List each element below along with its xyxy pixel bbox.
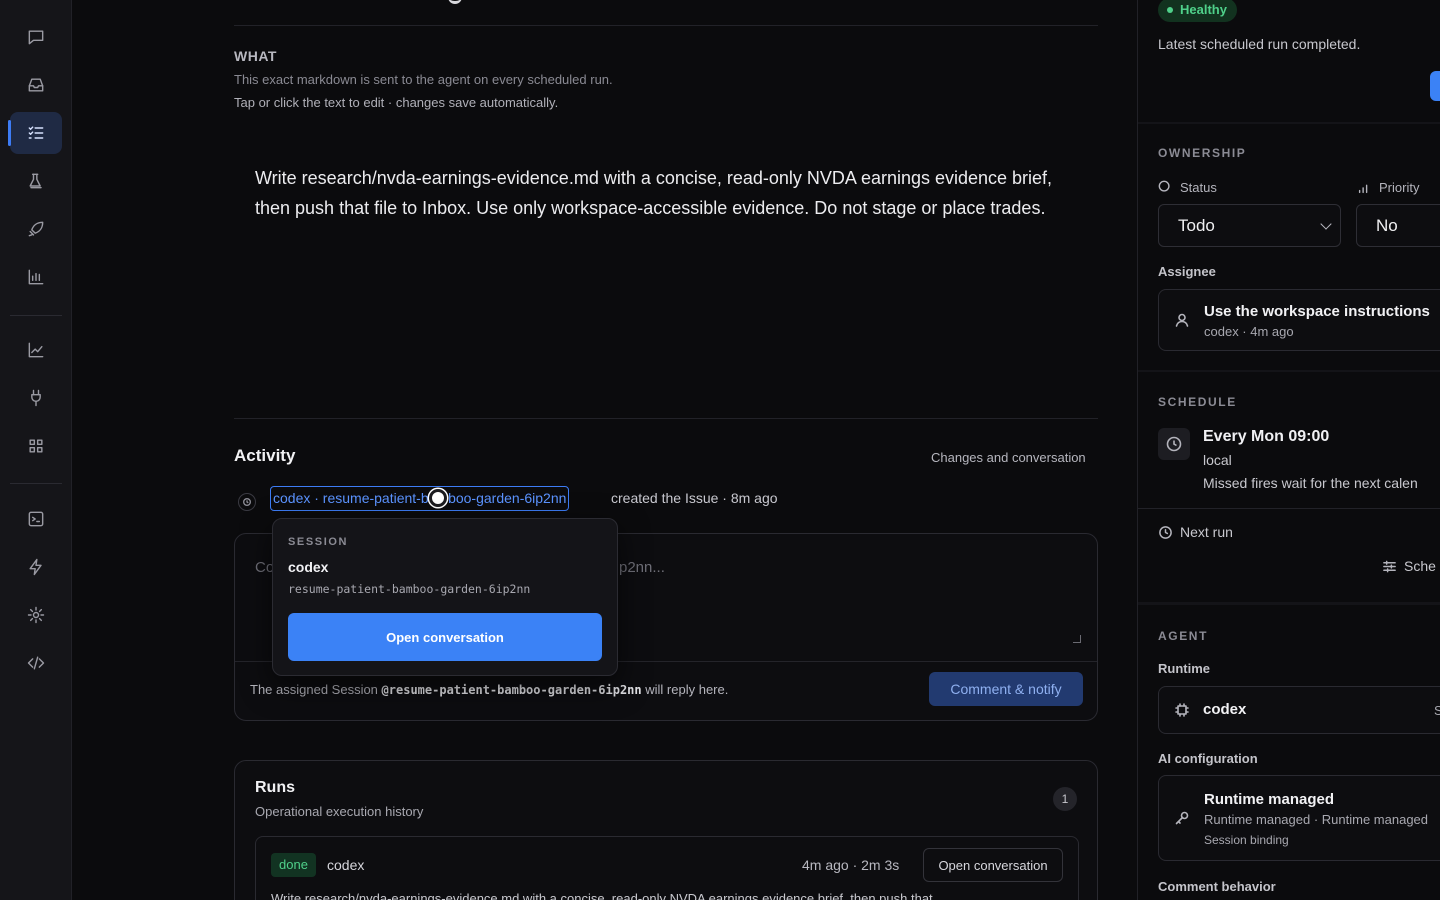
- user-icon: [1174, 312, 1190, 333]
- ai-config-label: AI configuration: [1158, 751, 1258, 766]
- prompt-editor[interactable]: Write research/nvda-earnings-evidence.md…: [255, 163, 1075, 223]
- divider: [1138, 508, 1440, 509]
- details-panel: Healthy Latest scheduled run completed. …: [1137, 0, 1440, 900]
- runtime-suffix: S: [1434, 703, 1440, 718]
- popover-session-id: resume-patient-bamboo-garden-6ip2nn: [288, 582, 531, 596]
- activity-action: created the Issue · 8m ago: [611, 490, 778, 506]
- sliders-icon: [1382, 559, 1397, 579]
- what-heading: WHAT: [234, 48, 277, 64]
- runtime-value: codex: [1203, 701, 1247, 718]
- clock-icon: [1158, 428, 1190, 460]
- lightning-icon[interactable]: [10, 546, 62, 588]
- schedule-cadence: Every Mon 09:00: [1203, 428, 1330, 445]
- rail-divider: [10, 315, 62, 316]
- gear-icon[interactable]: [10, 594, 62, 636]
- key-icon: [1174, 810, 1190, 831]
- chevron-down-icon: [1320, 218, 1332, 230]
- rocket-icon[interactable]: [10, 208, 62, 250]
- clock-small-icon: [1158, 525, 1173, 545]
- ai-config-subtitle: Runtime managed · Runtime managed: [1204, 812, 1429, 827]
- assignee-title: Use the workspace instructions: [1204, 303, 1430, 320]
- session-link[interactable]: codex · resume-patient-bamboo-garden-6ip…: [270, 486, 570, 511]
- session-popover: SESSION codex resume-patient-bamboo-gard…: [272, 518, 618, 676]
- next-run-label: Next run: [1180, 524, 1233, 540]
- priority-value: No: [1376, 215, 1398, 235]
- session-handle: @resume-patient-bamboo-garden-6ip2nn: [381, 683, 642, 697]
- code-icon[interactable]: [10, 642, 62, 684]
- footer-prefix: The assigned Session: [250, 682, 378, 697]
- assignee-subtitle: codex · 4m ago: [1204, 324, 1294, 339]
- terminal-icon[interactable]: [10, 498, 62, 540]
- section-divider: [1138, 370, 1440, 372]
- assignee-label: Assignee: [1158, 264, 1216, 279]
- run-status-badge: done: [271, 853, 316, 877]
- run-time: 4m ago · 2m 3s: [802, 857, 900, 873]
- run-item[interactable]: done codex 4m ago · 2m 3s Open conversat…: [255, 836, 1079, 900]
- pointer-cursor: [429, 489, 447, 507]
- activity-filter-label[interactable]: Changes and conversation: [931, 450, 1086, 465]
- status-select[interactable]: Todo: [1158, 204, 1341, 247]
- status-value: Todo: [1178, 215, 1215, 235]
- schedule-button[interactable]: Sche: [1404, 558, 1436, 574]
- runtime-select[interactable]: codex S: [1158, 686, 1440, 734]
- ownership-heading: OWNERSHIP: [1158, 146, 1247, 160]
- runs-subtitle: Operational execution history: [255, 804, 424, 819]
- rail-divider: [10, 483, 62, 484]
- schedule-heading: SCHEDULE: [1158, 395, 1237, 409]
- apps-icon[interactable]: [10, 425, 62, 467]
- schedule-timezone: local: [1203, 452, 1232, 468]
- runs-heading: Runs: [255, 779, 295, 796]
- priority-label: Priority: [1379, 180, 1420, 195]
- resize-handle[interactable]: [1073, 635, 1081, 643]
- bar-chart-icon[interactable]: [10, 256, 62, 298]
- run-prompt-text: Write research/nvda-earnings-evidence.md…: [271, 891, 933, 900]
- app: WHAT This exact markdown is sent to the …: [0, 0, 1440, 900]
- open-conversation-button[interactable]: Open conversation: [288, 613, 602, 661]
- runs-count-badge: 1: [1053, 787, 1077, 811]
- plug-icon[interactable]: [10, 377, 62, 419]
- divider: [234, 418, 1098, 419]
- chat-icon[interactable]: [10, 16, 62, 58]
- issues-icon[interactable]: [8, 112, 62, 154]
- priority-select[interactable]: No: [1356, 204, 1440, 247]
- ai-config-binding: Session binding: [1204, 833, 1289, 847]
- comment-behavior-label: Comment behavior: [1158, 879, 1276, 894]
- activity-heading: Activity: [234, 446, 296, 465]
- what-description: This exact markdown is sent to the agent…: [234, 72, 613, 87]
- inbox-icon[interactable]: [10, 64, 62, 106]
- section-divider: [1138, 122, 1440, 124]
- agent-heading: AGENT: [1158, 629, 1208, 643]
- health-badge: Healthy: [1158, 0, 1237, 22]
- title-descender: [448, 0, 462, 4]
- run-open-conversation-button[interactable]: Open conversation: [923, 848, 1063, 882]
- main-content: WHAT This exact markdown is sent to the …: [72, 0, 1136, 900]
- comment-footer: The assigned Session @resume-patient-bam…: [250, 682, 728, 697]
- run-now-button[interactable]: [1430, 71, 1440, 101]
- nav-rail: [0, 0, 72, 900]
- health-description: Latest scheduled run completed.: [1158, 36, 1361, 52]
- divider: [234, 25, 1098, 26]
- ai-config-card[interactable]: Runtime managed Runtime managed · Runtim…: [1158, 775, 1440, 861]
- status-circle-icon: [1158, 180, 1172, 199]
- popover-session-name: codex: [288, 559, 329, 575]
- priority-bars-icon: [1357, 181, 1371, 200]
- what-edit-hint: Tap or click the text to edit · changes …: [234, 95, 559, 110]
- assignee-card[interactable]: Use the workspace instructions codex · 4…: [1158, 289, 1440, 351]
- lab-icon[interactable]: [10, 160, 62, 202]
- run-agent: codex: [327, 857, 365, 873]
- comment-placeholder-end: p2nn...: [619, 559, 665, 576]
- runs-panel: Runs Operational execution history 1 don…: [234, 760, 1098, 900]
- schedule-note: Missed fires wait for the next calen: [1203, 475, 1418, 491]
- popover-label: SESSION: [288, 536, 349, 548]
- ai-config-title: Runtime managed: [1204, 791, 1335, 808]
- comment-notify-button[interactable]: Comment & notify: [929, 672, 1083, 706]
- section-divider: [1138, 602, 1440, 605]
- footer-suffix: will reply here.: [645, 682, 729, 697]
- line-chart-icon[interactable]: [10, 329, 62, 371]
- history-icon: [238, 493, 256, 511]
- cpu-icon: [1174, 702, 1190, 723]
- status-label: Status: [1180, 180, 1217, 195]
- runtime-label: Runtime: [1158, 661, 1210, 676]
